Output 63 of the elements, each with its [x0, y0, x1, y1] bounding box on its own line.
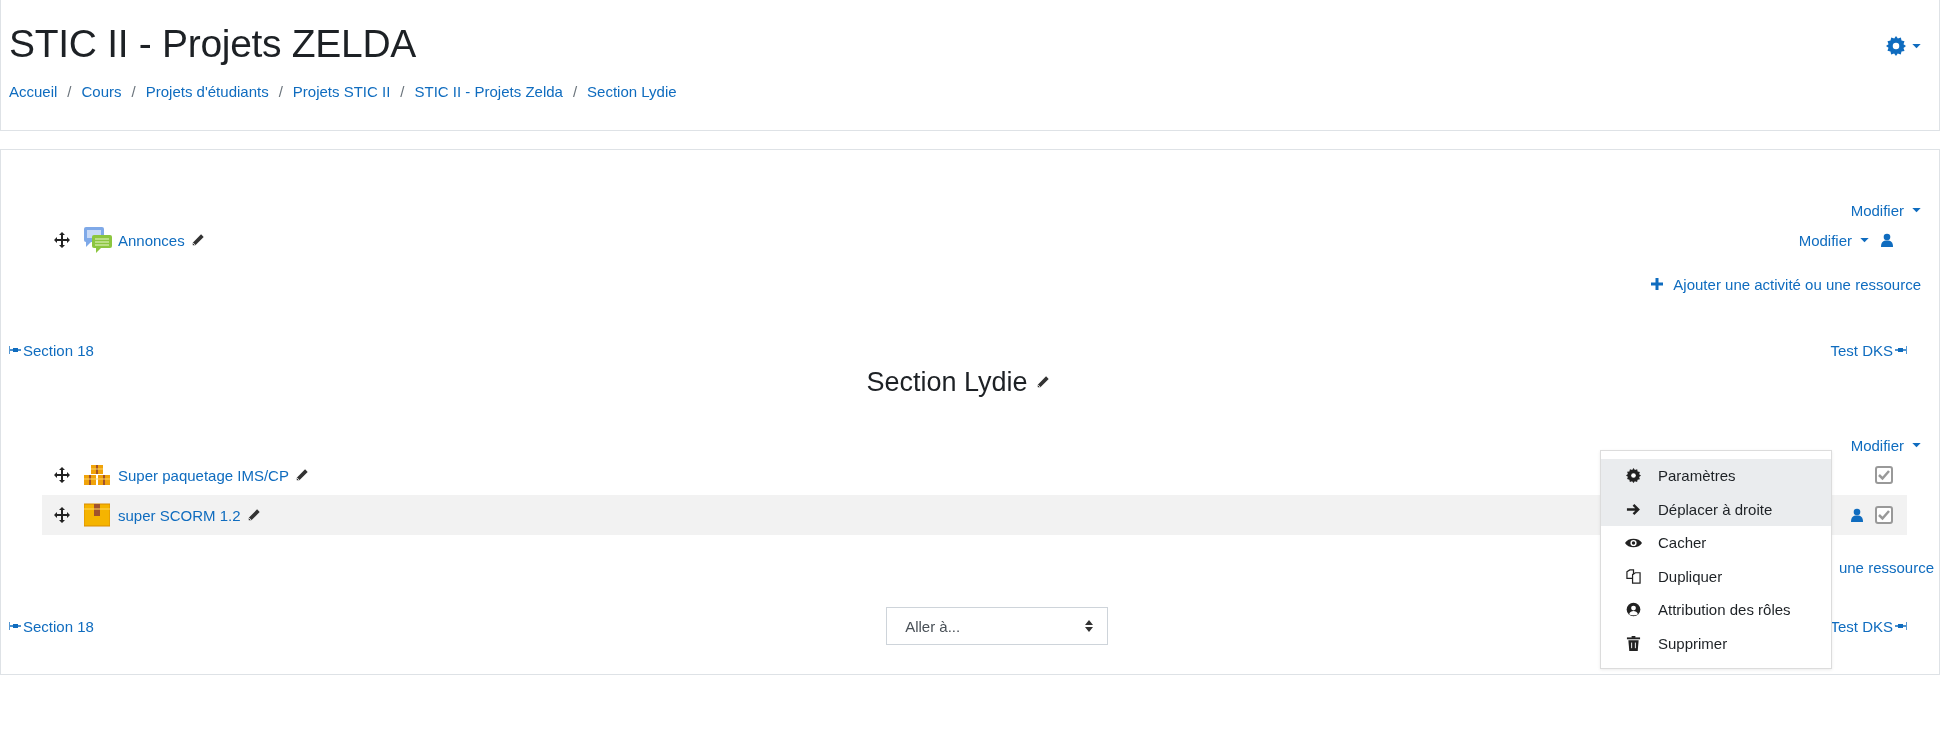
box-icon — [84, 503, 110, 527]
arrow-right-icon — [1625, 501, 1642, 517]
gear-icon — [1625, 468, 1642, 484]
breadcrumb-link[interactable]: Projets d'étudiants — [145, 83, 269, 100]
breadcrumb-separator: / — [399, 83, 406, 100]
user-circle-icon — [1625, 602, 1642, 618]
page-title: STIC II - Projets ZELDA — [9, 22, 418, 66]
edit-menu-link[interactable]: Modifier — [1798, 231, 1869, 249]
pencil-icon[interactable] — [190, 233, 205, 247]
user-icon[interactable] — [1851, 508, 1863, 522]
move-icon[interactable] — [54, 507, 70, 523]
breadcrumb-link[interactable]: Accueil — [9, 83, 58, 100]
user-icon[interactable] — [1881, 233, 1893, 247]
jump-left-icon — [9, 622, 21, 630]
move-icon[interactable] — [54, 232, 70, 248]
section-select[interactable]: Aller à... — [886, 607, 1109, 645]
next-section-link[interactable]: Test DKS — [1830, 341, 1907, 359]
pencil-icon[interactable] — [294, 468, 309, 482]
breadcrumb-link[interactable]: Projets STIC II — [292, 83, 391, 100]
caret-icon — [1912, 43, 1921, 49]
add-activity-link[interactable]: Ajouter une activité ou une ressource — [1651, 270, 1921, 298]
menu-item[interactable]: Déplacer à droite — [1601, 492, 1831, 526]
pencil-icon[interactable] — [246, 508, 261, 522]
copy-icon — [1625, 568, 1642, 584]
menu-item[interactable]: Supprimer — [1601, 626, 1831, 660]
add-activity-link[interactable]: une ressource — [1838, 553, 1934, 581]
boxes-icon — [84, 464, 110, 486]
menu-item[interactable]: Cacher — [1601, 526, 1831, 560]
menu-item[interactable]: Dupliquer — [1601, 559, 1831, 593]
caret-icon — [1860, 237, 1869, 243]
eye-icon — [1625, 536, 1642, 549]
jump-right-icon — [1895, 346, 1907, 354]
pencil-icon[interactable] — [1035, 375, 1050, 389]
activity-link[interactable]: super SCORM 1.2 — [118, 506, 241, 524]
gear-icon — [1886, 36, 1906, 56]
caret-icon — [1912, 442, 1921, 448]
breadcrumb-link[interactable]: Cours — [81, 83, 122, 100]
section-title: Section Lydie — [866, 366, 1028, 398]
previous-section-link[interactable]: Section 18 — [9, 341, 94, 359]
speech-bubbles-icon — [84, 227, 112, 253]
menu-item[interactable]: Attribution des rôles — [1601, 593, 1831, 627]
breadcrumb-link[interactable]: STIC II - Projets Zelda — [414, 83, 563, 100]
section-edit-link[interactable]: Modifier — [1850, 200, 1921, 220]
jump-left-icon — [9, 346, 21, 354]
next-section-link[interactable]: Test DKS — [1830, 617, 1907, 635]
breadcrumb-link[interactable]: Section Lydie — [587, 83, 677, 100]
activity-link[interactable]: Super paquetage IMS/CP — [118, 466, 289, 484]
previous-section-link[interactable]: Section 18 — [9, 617, 94, 635]
breadcrumb-separator: / — [130, 83, 137, 100]
jump-right-icon — [1895, 622, 1907, 630]
breadcrumb-separator: / — [277, 83, 284, 100]
checkbox[interactable] — [1875, 506, 1893, 524]
checkbox[interactable] — [1875, 466, 1893, 484]
breadcrumb-separator: / — [571, 83, 579, 100]
breadcrumb-separator: / — [66, 83, 73, 100]
settings-button[interactable] — [1886, 34, 1921, 58]
trash-icon — [1625, 635, 1642, 651]
move-icon[interactable] — [54, 467, 70, 483]
sort-icon — [1085, 620, 1094, 632]
activity-link[interactable]: Annonces — [118, 231, 185, 249]
menu-item[interactable]: Paramètres — [1601, 459, 1831, 493]
section-edit-link[interactable]: Modifier — [1850, 435, 1921, 455]
caret-icon — [1912, 207, 1921, 213]
